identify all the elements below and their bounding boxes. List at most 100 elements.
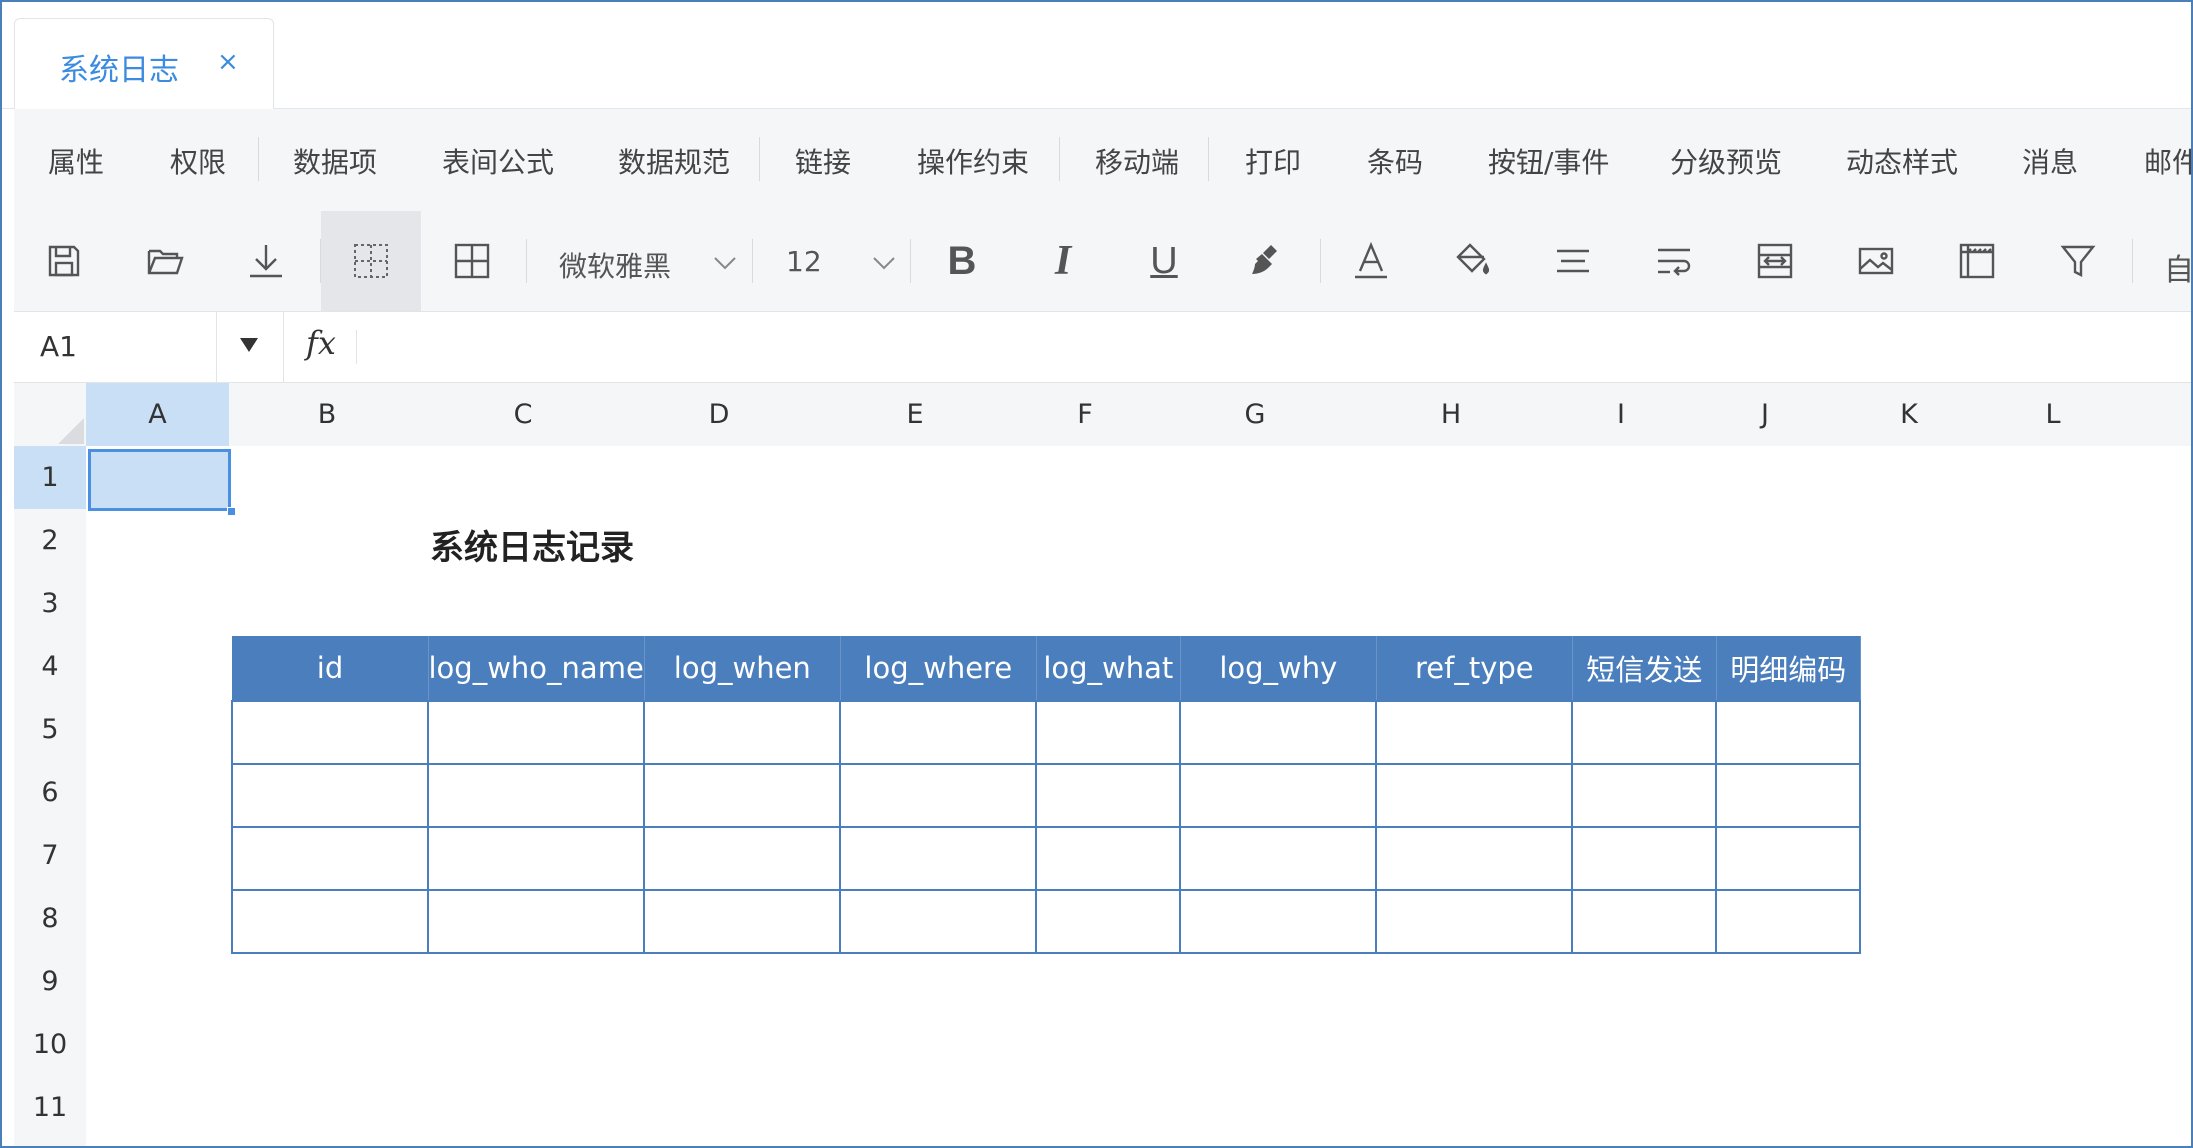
menu-item-data-rules[interactable]: 数据规范: [618, 141, 730, 181]
download-button[interactable]: [216, 211, 316, 311]
menu-item-mobile[interactable]: 移动端: [1095, 141, 1179, 181]
menu-item-grade-preview[interactable]: 分级预览: [1670, 141, 1782, 181]
table-cell[interactable]: [1179, 825, 1378, 891]
row-header-10[interactable]: 10: [14, 1013, 86, 1076]
table-cell[interactable]: [643, 825, 842, 891]
column-header-m[interactable]: M: [2125, 383, 2191, 446]
underline-button[interactable]: U: [1114, 211, 1214, 311]
table-cell[interactable]: [1375, 699, 1574, 765]
column-header-d[interactable]: D: [621, 383, 817, 446]
menu-item-permissions[interactable]: 权限: [170, 141, 226, 181]
column-heading[interactable]: 明细编码: [1715, 636, 1861, 701]
column-header-a[interactable]: A: [86, 383, 229, 446]
sheet-title[interactable]: 系统日志记录: [430, 520, 634, 569]
row-header-2[interactable]: 2: [14, 509, 86, 572]
row-header-6[interactable]: 6: [14, 761, 86, 824]
table-cell[interactable]: [1179, 888, 1378, 954]
align-button[interactable]: [1523, 211, 1623, 311]
table-cell[interactable]: [1179, 699, 1378, 765]
menu-item-print[interactable]: 打印: [1245, 141, 1301, 181]
table-cell[interactable]: [1571, 825, 1718, 891]
table-cell[interactable]: [1035, 762, 1182, 828]
table-cell[interactable]: [839, 699, 1038, 765]
table-cell[interactable]: [1035, 699, 1182, 765]
italic-button[interactable]: I: [1013, 211, 1113, 311]
table-cell[interactable]: [231, 762, 429, 828]
table-cell[interactable]: [1375, 762, 1574, 828]
row-header-4[interactable]: 4: [14, 635, 86, 698]
column-header-b[interactable]: B: [229, 383, 425, 446]
column-heading[interactable]: id: [231, 636, 429, 701]
row-header-9[interactable]: 9: [14, 950, 86, 1013]
table-cell[interactable]: [426, 888, 646, 954]
table-cell[interactable]: [1375, 825, 1574, 891]
font-size-select[interactable]: 12: [786, 245, 898, 285]
table-cell[interactable]: [1715, 825, 1862, 891]
table-cell[interactable]: [1571, 762, 1718, 828]
column-header-c[interactable]: C: [425, 383, 621, 446]
table-cell[interactable]: [643, 762, 842, 828]
table-cell[interactable]: [1035, 825, 1182, 891]
table-cell[interactable]: [839, 888, 1038, 954]
table-cell[interactable]: [231, 699, 429, 765]
row-header-3[interactable]: 3: [14, 572, 86, 635]
table-cell[interactable]: [1035, 888, 1182, 954]
column-header-j[interactable]: J: [1693, 383, 1837, 446]
merge-cells-button[interactable]: [1725, 211, 1825, 311]
menu-item-dynamic-style[interactable]: 动态样式: [1846, 141, 1958, 181]
row-header-5[interactable]: 5: [14, 698, 86, 761]
table-cell[interactable]: [426, 699, 646, 765]
bold-button[interactable]: B: [912, 211, 1012, 311]
tab-system-log[interactable]: 系统日志 ×: [14, 18, 274, 109]
table-cell[interactable]: [839, 762, 1038, 828]
save-button[interactable]: [14, 211, 114, 311]
table-cell[interactable]: [1715, 762, 1862, 828]
table-cell[interactable]: [231, 825, 429, 891]
menu-item-cross-table-formula[interactable]: 表间公式: [442, 141, 554, 181]
column-header-l[interactable]: L: [1981, 383, 2125, 446]
table-cell[interactable]: [1715, 888, 1862, 954]
close-icon[interactable]: ×: [217, 49, 239, 75]
table-cell[interactable]: [426, 762, 646, 828]
menu-item-barcode[interactable]: 条码: [1367, 141, 1423, 181]
wrap-text-button[interactable]: [1624, 211, 1724, 311]
border-none-button[interactable]: [321, 211, 421, 311]
table-cell[interactable]: [1715, 699, 1862, 765]
fill-handle[interactable]: [227, 507, 236, 516]
open-button[interactable]: [115, 211, 215, 311]
row-header-7[interactable]: 7: [14, 824, 86, 887]
column-header-g[interactable]: G: [1157, 383, 1353, 446]
table-cell[interactable]: [1179, 762, 1378, 828]
column-heading[interactable]: log_why: [1179, 636, 1377, 701]
column-heading[interactable]: 短信发送: [1571, 636, 1717, 701]
toolbar-overflow-label[interactable]: 自: [2164, 245, 2191, 289]
border-all-button[interactable]: [422, 211, 522, 311]
column-heading[interactable]: log_where: [839, 636, 1037, 701]
row-header-11[interactable]: 11: [14, 1076, 86, 1139]
table-cell[interactable]: [643, 888, 842, 954]
menu-item-mail[interactable]: 邮件: [2144, 141, 2191, 181]
column-heading[interactable]: log_what: [1035, 636, 1181, 701]
filter-button[interactable]: [2028, 211, 2128, 311]
table-cell[interactable]: [231, 888, 429, 954]
font-color-button[interactable]: [1321, 211, 1421, 311]
column-header-e[interactable]: E: [817, 383, 1013, 446]
freeze-button[interactable]: [1927, 211, 2027, 311]
table-cell[interactable]: [1571, 699, 1718, 765]
table-cell[interactable]: [1571, 888, 1718, 954]
menu-item-links[interactable]: 链接: [795, 141, 851, 181]
insert-image-button[interactable]: [1826, 211, 1926, 311]
column-header-k[interactable]: K: [1837, 383, 1981, 446]
select-all-corner[interactable]: [14, 383, 86, 446]
menu-item-properties[interactable]: 属性: [48, 141, 104, 181]
format-painter-button[interactable]: [1215, 211, 1315, 311]
column-heading[interactable]: ref_type: [1375, 636, 1573, 701]
table-cell[interactable]: [643, 699, 842, 765]
column-header-f[interactable]: F: [1013, 383, 1157, 446]
column-header-i[interactable]: I: [1549, 383, 1693, 446]
column-header-h[interactable]: H: [1353, 383, 1549, 446]
menu-item-data-items[interactable]: 数据项: [293, 141, 377, 181]
column-heading[interactable]: log_when: [643, 636, 841, 701]
row-header-8[interactable]: 8: [14, 887, 86, 950]
table-cell[interactable]: [426, 825, 646, 891]
